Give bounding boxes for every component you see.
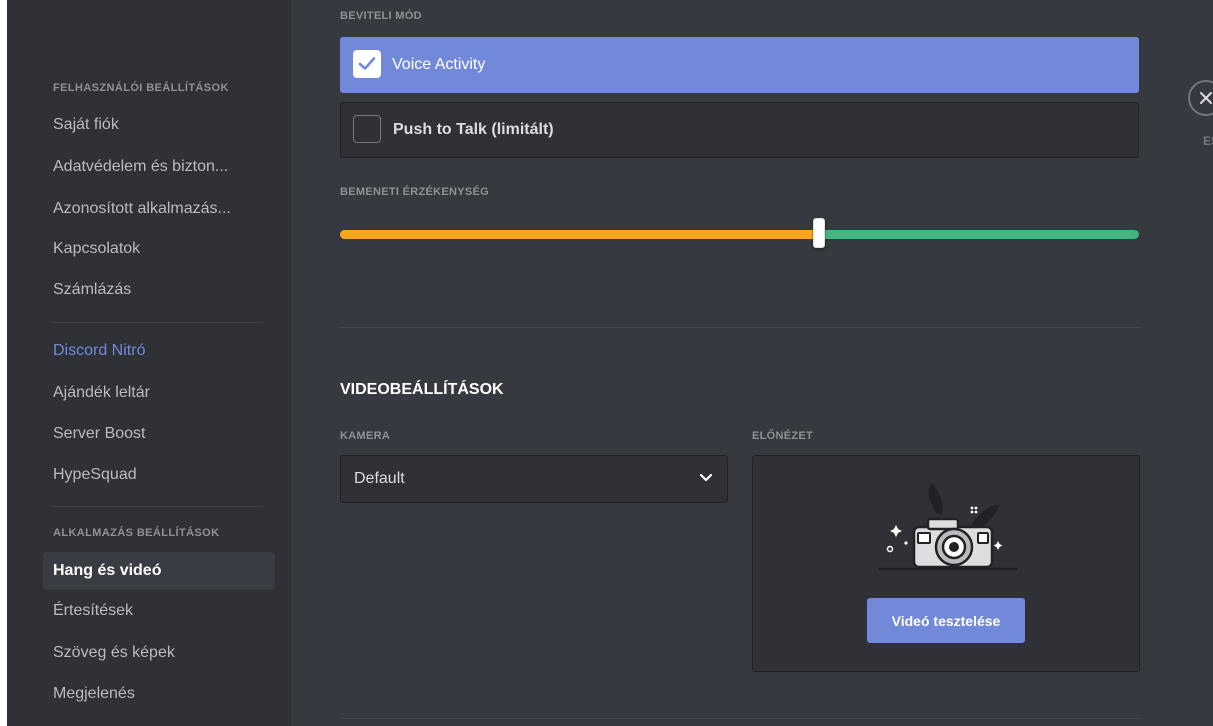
sidebar-divider xyxy=(53,322,263,323)
voice-activity-label: Voice Activity xyxy=(392,56,486,73)
settings-content: BEVITELI MÓD Voice Activity Push to Talk… xyxy=(291,0,1213,726)
sidebar-item-gift-inventory[interactable]: Ajándék leltár xyxy=(43,374,275,412)
settings-window: FELHASZNÁLÓI BEÁLLÍTÁSOK Saját fiók Adat… xyxy=(7,0,1213,726)
close-shortcut-label: ES xyxy=(1203,134,1213,148)
sensitivity-slider-handle[interactable] xyxy=(813,218,825,248)
sidebar-item-connections[interactable]: Kapcsolatok xyxy=(43,230,275,268)
voice-activity-option[interactable]: Voice Activity xyxy=(340,37,1139,93)
sidebar-item-authorized-apps[interactable]: Azonosított alkalmazás... xyxy=(43,190,275,228)
sidebar-item-privacy[interactable]: Adatvédelem és bizton... xyxy=(43,148,275,186)
video-preview-panel: Videó tesztelése xyxy=(752,455,1140,672)
test-video-button[interactable]: Videó tesztelése xyxy=(867,598,1025,643)
input-sensitivity-label: BEMENETI ÉRZÉKENYSÉG xyxy=(340,186,490,198)
sidebar-item-billing[interactable]: Számlázás xyxy=(43,271,275,309)
camera-label: KAMERA xyxy=(340,430,391,442)
sidebar-item-appearance[interactable]: Megjelenés xyxy=(43,675,275,713)
push-to-talk-checkbox[interactable] xyxy=(353,115,381,143)
video-settings-title: VIDEOBEÁLLÍTÁSOK xyxy=(340,381,504,398)
sidebar-item-server-boost[interactable]: Server Boost xyxy=(43,415,275,453)
voice-activity-checkbox[interactable] xyxy=(353,50,381,78)
push-to-talk-label: Push to Talk (limitált) xyxy=(393,121,554,138)
push-to-talk-option[interactable]: Push to Talk (limitált) xyxy=(340,102,1139,158)
sidebar-item-my-account[interactable]: Saját fiók xyxy=(43,106,275,144)
chevron-down-icon xyxy=(699,473,713,482)
sidebar-item-hypesquad[interactable]: HypeSquad xyxy=(43,456,275,494)
preview-label: ELŐNÉZET xyxy=(752,430,814,442)
input-mode-label: BEVITELI MÓD xyxy=(340,10,422,22)
close-icon xyxy=(1200,92,1212,104)
sidebar-item-notifications[interactable]: Értesítések xyxy=(43,592,275,630)
section-divider-bottom xyxy=(340,718,1139,719)
section-divider xyxy=(340,327,1139,328)
check-icon xyxy=(358,57,376,70)
app-settings-header: ALKALMAZÁS BEÁLLÍTÁSOK xyxy=(53,527,220,539)
camera-select[interactable]: Default xyxy=(340,455,728,503)
sidebar-divider xyxy=(53,506,263,507)
camera-select-value: Default xyxy=(354,470,405,487)
sensitivity-slider-fill xyxy=(340,230,819,239)
sidebar-item-text-images[interactable]: Szöveg és képek xyxy=(43,634,275,672)
settings-sidebar: FELHASZNÁLÓI BEÁLLÍTÁSOK Saját fiók Adat… xyxy=(7,0,291,726)
sensitivity-slider-track[interactable] xyxy=(340,230,1139,239)
sidebar-item-nitro[interactable]: Discord Nitró xyxy=(43,332,275,370)
user-settings-header: FELHASZNÁLÓI BEÁLLÍTÁSOK xyxy=(53,82,229,94)
camera-illustration xyxy=(878,483,1018,571)
sidebar-item-voice-video[interactable]: Hang és videó xyxy=(43,552,275,590)
